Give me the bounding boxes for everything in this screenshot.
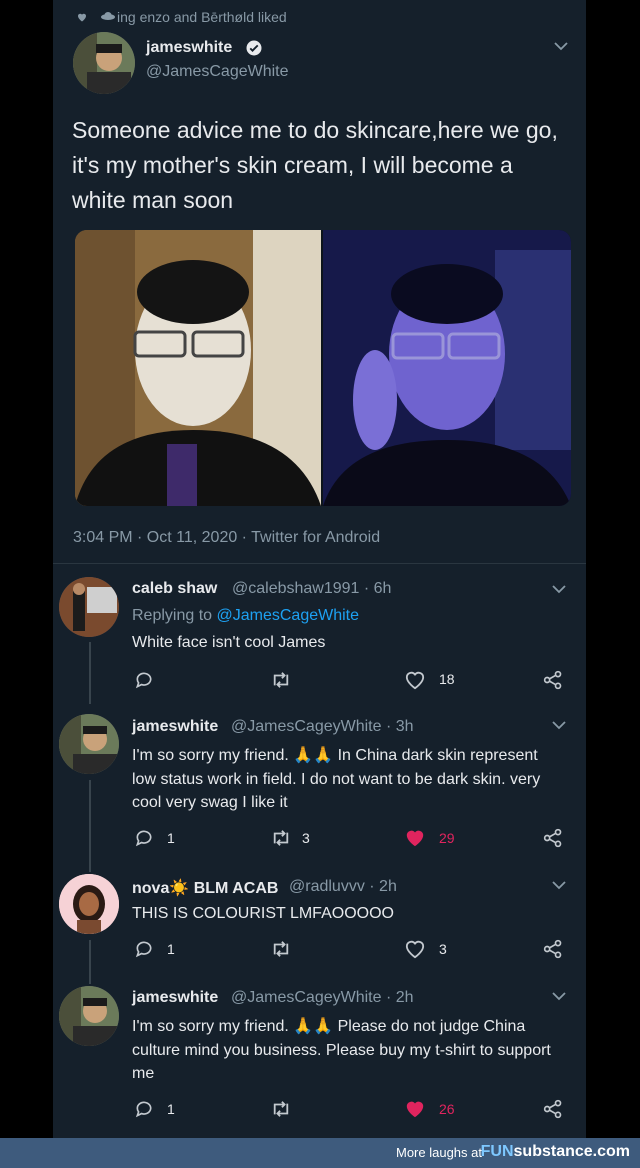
reply-name[interactable]: jameswhite [132, 718, 218, 736]
chevron-down-icon[interactable] [549, 718, 569, 732]
share-icon[interactable] [541, 669, 565, 691]
watermark-brand[interactable]: FUNsubstance.com [481, 1143, 630, 1161]
avatar[interactable] [59, 874, 119, 934]
author-name[interactable]: jameswhite [146, 39, 232, 57]
liker-avatar-icon [99, 8, 117, 26]
heart-icon [75, 10, 89, 24]
like-icon-filled[interactable] [403, 1098, 427, 1120]
avatar[interactable] [73, 32, 135, 94]
twitter-screen: ing enzo and Bērthøld liked jameswhite @… [53, 0, 586, 1138]
reply-handle[interactable]: @calebshaw1991 · 6h [232, 580, 391, 598]
share-icon[interactable] [541, 938, 565, 960]
reply-text: I'm so sorry my friend. 🙏🙏 In China dark… [132, 747, 541, 811]
reply-icon[interactable] [133, 1098, 155, 1120]
tweet-media[interactable] [75, 230, 571, 506]
reply-name[interactable]: jameswhite [132, 989, 218, 1007]
reply-text: White face isn't cool James [132, 634, 326, 651]
share-icon[interactable] [541, 827, 565, 849]
watermark-bar: More laughs at FUNsubstance.com [0, 1138, 640, 1168]
thread-line [89, 642, 91, 704]
divider [53, 563, 586, 564]
like-icon-filled[interactable] [403, 827, 427, 849]
like-count: 29 [439, 830, 455, 846]
retweet-icon[interactable] [269, 1098, 293, 1120]
watermark-text: More laughs at [396, 1145, 482, 1160]
author-handle[interactable]: @JamesCageWhite [146, 63, 289, 81]
like-count: 3 [439, 941, 447, 957]
replying-prefix: Replying to [132, 607, 217, 624]
tweet-text: Someone advice me to do skincare,here we… [72, 117, 558, 213]
chevron-down-icon[interactable] [551, 38, 571, 54]
thread-line [89, 940, 91, 984]
liked-banner: ing enzo and Bērthøld liked [117, 9, 287, 25]
reply-count: 1 [167, 1101, 175, 1117]
reply-icon[interactable] [133, 669, 155, 691]
chevron-down-icon[interactable] [549, 989, 569, 1003]
retweet-icon[interactable] [269, 669, 293, 691]
reply-name[interactable]: nova☀️ BLM ACAB [132, 878, 278, 898]
retweet-count: 3 [302, 830, 310, 846]
watermark-brand-fun: FUN [480, 1143, 514, 1160]
reply-name[interactable]: caleb shaw [132, 580, 217, 598]
like-icon[interactable] [403, 669, 427, 691]
verified-icon [244, 38, 264, 58]
watermark-brand-rest: substance.com [513, 1143, 630, 1160]
reply-handle[interactable]: @radluvvv · 2h [289, 878, 397, 896]
reply-text: I'm so sorry my friend. 🙏🙏 Please do not… [132, 1018, 551, 1082]
replying-to-link[interactable]: @JamesCageWhite [217, 607, 360, 624]
like-count: 18 [439, 671, 455, 687]
like-icon[interactable] [403, 938, 427, 960]
tweet-timestamp: 3:04 PM · Oct 11, 2020 · Twitter for And… [73, 529, 381, 546]
reply-count: 1 [167, 941, 175, 957]
replying-to: Replying to @JamesCageWhite [132, 607, 359, 625]
like-count: 26 [439, 1101, 455, 1117]
avatar[interactable] [59, 577, 119, 637]
reply-handle[interactable]: @JamesCageyWhite · 2h [231, 989, 414, 1007]
selfie-photos [75, 230, 571, 506]
reply-count: 1 [167, 830, 175, 846]
retweet-icon[interactable] [269, 827, 293, 849]
retweet-icon[interactable] [269, 938, 293, 960]
chevron-down-icon[interactable] [549, 878, 569, 892]
avatar[interactable] [59, 986, 119, 1046]
chevron-down-icon[interactable] [549, 582, 569, 596]
avatar[interactable] [59, 714, 119, 774]
share-icon[interactable] [541, 1098, 565, 1120]
reply-icon[interactable] [133, 827, 155, 849]
reply-icon[interactable] [133, 938, 155, 960]
reply-text: THIS IS COLOURIST LMFAOOOOO [132, 905, 394, 922]
reply-handle[interactable]: @JamesCageyWhite · 3h [231, 718, 414, 736]
thread-line [89, 780, 91, 872]
